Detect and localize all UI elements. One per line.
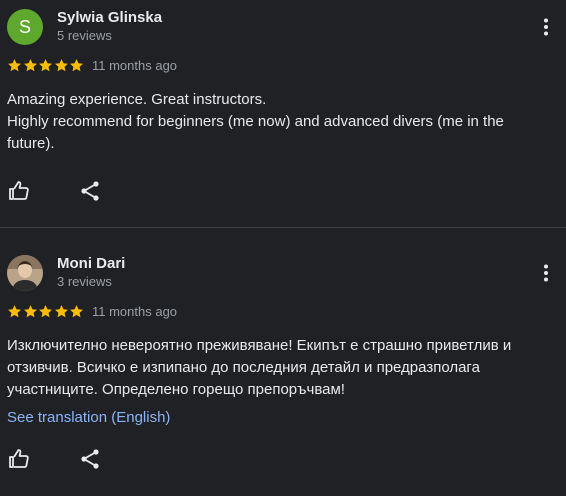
more-vert-icon <box>544 18 548 36</box>
thumb-up-icon <box>9 449 29 468</box>
like-button[interactable] <box>7 179 31 203</box>
review-text-line: Highly recommend for beginners (me now) … <box>7 113 504 130</box>
reviewer-review-count: 3 reviews <box>57 274 112 289</box>
star-icon <box>39 305 52 318</box>
star-icon <box>70 59 83 72</box>
review-card: Moni Dari 3 reviews 11 months ago Изключ… <box>0 228 566 496</box>
share-icon <box>81 181 99 201</box>
share-button[interactable] <box>78 179 102 203</box>
like-button[interactable] <box>7 447 31 471</box>
star-icon <box>8 59 21 72</box>
more-vert-icon <box>544 264 548 282</box>
avatar[interactable] <box>7 255 43 291</box>
review-date: 11 months ago <box>92 58 178 73</box>
profile-photo-icon <box>7 255 43 291</box>
more-options-button[interactable] <box>534 261 558 285</box>
share-button[interactable] <box>78 447 102 471</box>
reviewer-review-count: 5 reviews <box>57 28 112 43</box>
thumb-up-icon <box>9 181 29 200</box>
star-icon <box>8 305 21 318</box>
review-text-line: future). <box>7 135 55 152</box>
review-date: 11 months ago <box>92 304 178 319</box>
review-text-line: участниците. Определено горещо препоръчв… <box>7 381 345 398</box>
review-card: S Sylwia Glinska 5 reviews 11 months ago… <box>0 0 566 227</box>
star-icon <box>23 59 37 72</box>
reviewer-name[interactable]: Sylwia Glinska <box>57 9 162 26</box>
avatar[interactable]: S <box>7 9 43 45</box>
review-text-line: Amazing experience. Great instructors. <box>7 91 267 108</box>
more-options-button[interactable] <box>534 15 558 39</box>
star-icon <box>54 59 68 72</box>
review-text-line: отзивчив. Всичко е изпипано до последния… <box>7 359 480 376</box>
see-translation-link[interactable]: See translation (English) <box>7 409 170 426</box>
star-icon <box>39 59 52 72</box>
star-icon <box>70 305 83 318</box>
review-text: Amazing experience. Great instructors. H… <box>7 89 547 155</box>
star-rating <box>7 58 85 74</box>
reviewer-name[interactable]: Moni Dari <box>57 255 125 272</box>
star-rating <box>7 304 85 320</box>
star-icon <box>23 305 37 318</box>
review-text-line: Изключително невероятно преживяване! Еки… <box>7 337 512 354</box>
share-icon <box>81 449 99 469</box>
review-text: Изключително невероятно преживяване! Еки… <box>7 335 547 401</box>
star-icon <box>54 305 68 318</box>
